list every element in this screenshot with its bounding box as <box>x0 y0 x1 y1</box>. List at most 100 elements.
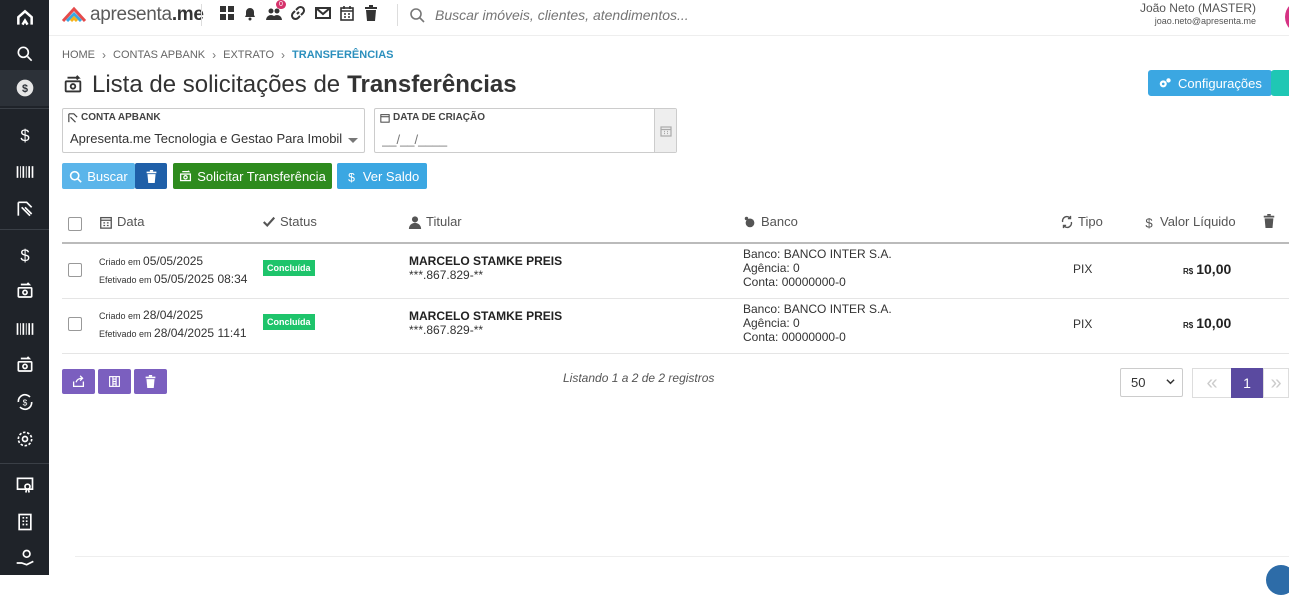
header-trash-icon[interactable] <box>1262 214 1280 228</box>
top-bar: apresenta.me 0 João Neto (MASTER) joao.n… <box>49 0 1289 36</box>
trash-icon <box>146 169 156 183</box>
transfer-icon[interactable] <box>0 348 49 384</box>
mail-icon[interactable] <box>314 4 332 22</box>
data-criacao-input[interactable] <box>382 132 582 147</box>
delete-selected-button[interactable] <box>134 369 167 394</box>
bell-icon[interactable] <box>241 4 259 22</box>
apbank-icon <box>68 112 78 123</box>
row-tipo: PIX <box>1073 317 1093 331</box>
dollar-circle-icon[interactable]: $ <box>0 70 49 106</box>
svg-text:$: $ <box>1145 215 1153 229</box>
print-button[interactable] <box>1271 70 1289 96</box>
header-valor[interactable]: $ Valor Líquido <box>1142 214 1235 229</box>
row-dates: Criado em 28/04/2025 Efetivado em 28/04/… <box>99 308 247 340</box>
page-title-prefix: Lista de solicitações de <box>92 71 341 98</box>
pagination-page-1[interactable]: 1 <box>1231 368 1263 398</box>
calendar-icon <box>380 113 390 123</box>
breadcrumb: HOME › CONTAS APBANK › EXTRATO › TRANSFE… <box>62 48 394 62</box>
conta-apbank-filter[interactable]: CONTA APBANK Apresenta.me Tecnologia e G… <box>62 108 365 153</box>
status-badge: Concluída <box>262 313 316 331</box>
criado-date: 05/05/2025 <box>143 254 204 268</box>
clear-filter-button[interactable] <box>135 163 167 189</box>
efetivado-date: 05/05/2025 08:34 <box>154 272 248 286</box>
ver-saldo-button[interactable]: $ Ver Saldo <box>337 163 427 189</box>
search-icon[interactable] <box>0 36 49 72</box>
dollar-icon[interactable]: $ <box>0 117 49 153</box>
header-status[interactable]: Status <box>262 214 317 229</box>
row-valor: R$ 10,00 <box>1183 261 1232 277</box>
link-icon[interactable] <box>289 4 307 22</box>
user-menu[interactable]: João Neto (MASTER) joao.neto@apresenta.m… <box>1140 1 1256 26</box>
sync-dollar-icon[interactable]: $ <box>0 384 49 420</box>
transfer-icon <box>180 169 192 181</box>
search-input[interactable] <box>435 7 955 23</box>
breadcrumb-home[interactable]: HOME <box>62 49 95 61</box>
pagination-first[interactable]: « <box>1192 368 1232 398</box>
users-icon[interactable]: 0 <box>265 0 286 22</box>
building-icon[interactable] <box>0 504 49 540</box>
trash-icon <box>145 375 156 388</box>
sync-icon <box>1061 215 1073 228</box>
select-all-checkbox[interactable] <box>68 217 82 231</box>
svg-text:$: $ <box>22 397 27 407</box>
home-logo-icon[interactable] <box>0 0 49 36</box>
columns-button[interactable] <box>98 369 131 394</box>
certificate-icon[interactable] <box>0 467 49 503</box>
pagination-next[interactable]: » <box>1263 368 1289 398</box>
header-tipo[interactable]: Tipo <box>1060 214 1103 229</box>
app-logo[interactable]: apresenta.me <box>61 3 204 27</box>
ver-saldo-label: Ver Saldo <box>362 168 420 184</box>
barcode-icon[interactable] <box>0 311 49 347</box>
solicitar-transferencia-button[interactable]: Solicitar Transferência <box>173 163 332 189</box>
breadcrumb-contas-apbank[interactable]: CONTAS APBANK <box>113 49 205 61</box>
export-button[interactable] <box>62 369 95 394</box>
row-valor: R$ 10,00 <box>1183 315 1232 331</box>
buscar-button[interactable]: Buscar <box>62 163 135 189</box>
gears-icon <box>1159 78 1171 88</box>
conta-apbank-select[interactable]: Apresenta.me Tecnologia e Gestao Para Im… <box>70 131 343 146</box>
breadcrumb-extrato[interactable]: EXTRATO <box>223 49 274 61</box>
apbank-icon[interactable] <box>0 191 49 227</box>
config-button[interactable]: Configurações <box>1148 70 1272 96</box>
calendar-icon[interactable] <box>654 109 676 152</box>
table-row[interactable]: Criado em 28/04/2025 Efetivado em 28/04/… <box>62 299 1289 354</box>
config-button-label: Configurações <box>1178 75 1262 91</box>
barcode-icon[interactable] <box>0 154 49 190</box>
svg-text:$: $ <box>348 170 355 183</box>
row-checkbox[interactable] <box>68 317 82 331</box>
svg-text:$: $ <box>20 126 29 145</box>
caret-down-icon[interactable] <box>348 138 358 143</box>
svg-text:$: $ <box>21 83 27 95</box>
calendar-icon[interactable] <box>338 4 356 22</box>
avatar[interactable]: JN <box>1285 0 1289 34</box>
global-search[interactable] <box>409 4 969 26</box>
breadcrumb-active: TRANSFERÊNCIAS <box>292 49 394 61</box>
trash-icon[interactable] <box>362 4 380 22</box>
conta-apbank-label: CONTA APBANK <box>68 112 161 123</box>
header-data[interactable]: Data <box>99 214 144 229</box>
chevron-down-icon <box>1166 379 1175 385</box>
table-row[interactable]: Criado em 05/05/2025 Efetivado em 05/05/… <box>62 244 1289 299</box>
dollar-icon: $ <box>1145 215 1153 229</box>
help-fab[interactable] <box>1266 565 1289 595</box>
hand-dollar-icon[interactable] <box>0 540 49 576</box>
transfer-icon[interactable] <box>0 274 49 310</box>
dollar-icon[interactable]: $ <box>0 237 49 273</box>
row-checkbox[interactable] <box>68 263 82 277</box>
transfer-icon <box>64 75 82 93</box>
page-title: Lista de solicitações de Transferências <box>62 71 517 99</box>
row-banco: Banco: BANCO INTER S.A. Agência: 0 Conta… <box>743 302 892 344</box>
logo-text: apresenta.me <box>90 4 204 25</box>
header-titular[interactable]: Titular <box>408 214 462 229</box>
dollar-icon: $ <box>348 170 355 183</box>
per-page-select[interactable]: 50 <box>1120 368 1183 397</box>
efetivado-date: 28/04/2025 11:41 <box>154 326 247 340</box>
row-titular: MARCELO STAMKE PREIS ***.867.829-** <box>409 309 563 337</box>
header-banco[interactable]: Banco <box>743 214 798 229</box>
user-email: joao.neto@apresenta.me <box>1154 16 1256 26</box>
dashboard-icon[interactable] <box>218 4 236 22</box>
row-titular: MARCELO STAMKE PREIS ***.867.829-** <box>409 254 563 282</box>
users-badge: 0 <box>276 0 286 9</box>
data-criacao-filter: DATA DE CRIAÇÃO <box>374 108 677 153</box>
gear-icon[interactable] <box>0 421 49 457</box>
